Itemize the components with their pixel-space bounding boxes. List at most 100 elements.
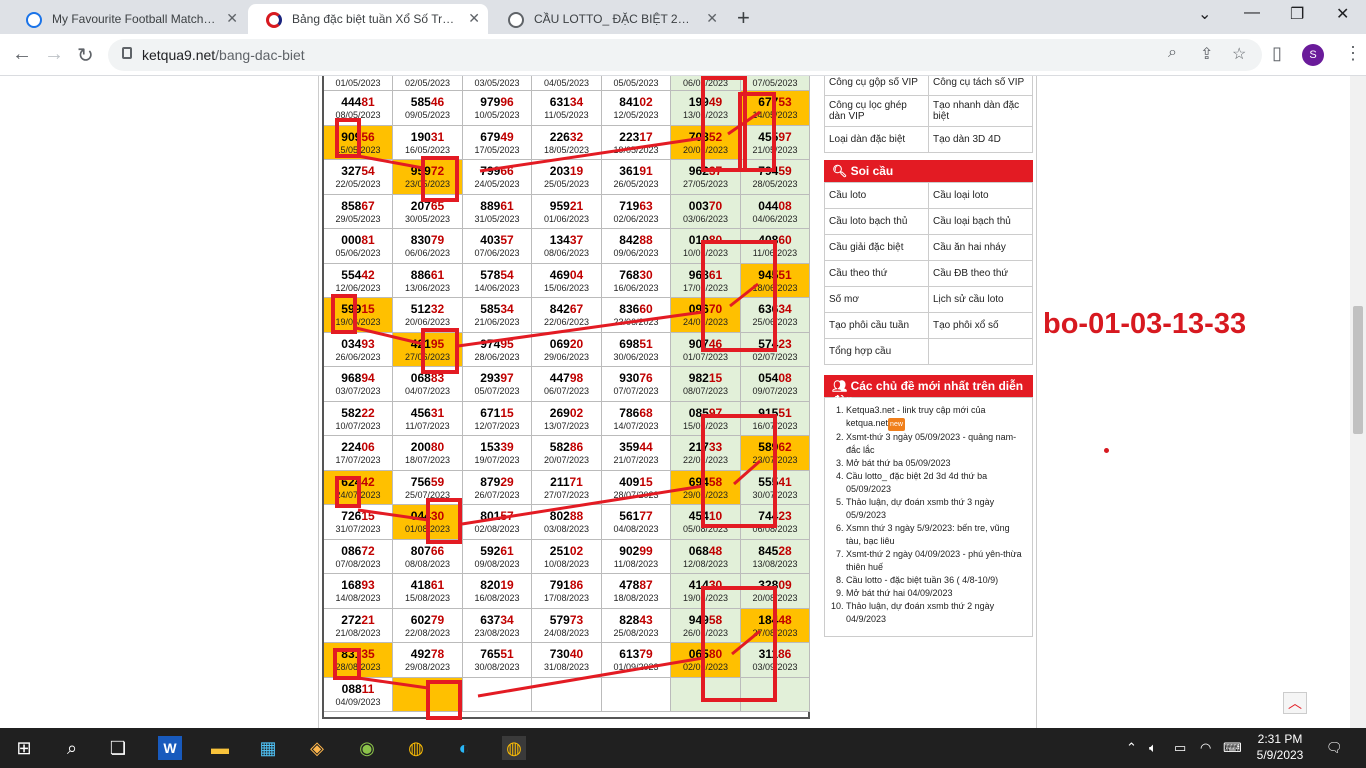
sidebar-link[interactable]: Lịch sử cầu loto	[928, 286, 1033, 313]
forum-post-title[interactable]: Mở bát thứ ba 05/09/2023	[846, 458, 951, 468]
windows-start-icon[interactable]: ⊞	[12, 736, 36, 760]
forum-post-title[interactable]: Xsmt-thứ 3 ngày 05/09/2023 - quảng nam-đ…	[846, 432, 1016, 455]
clock[interactable]: 2:31 PM 5/9/2023	[1249, 731, 1311, 763]
sidebar-link[interactable]: Tạo phôi xổ số	[928, 312, 1033, 339]
sidebar-link[interactable]: Cầu loại loto	[928, 182, 1033, 209]
chrome-profile-icon[interactable]: ◍	[502, 736, 526, 760]
prize-number: 98215	[688, 371, 723, 385]
close-tab-icon[interactable]: ✕	[226, 10, 238, 27]
cell-date: 01/08/2023	[404, 524, 451, 534]
sidebar-link[interactable]: Công cụ tách số VIP	[928, 76, 1033, 96]
tab-cau-lotto[interactable]: CẦU LOTTO_ ĐẶC BIỆT 2D 3D 4D ✕	[490, 4, 726, 34]
back-arrow-icon[interactable]: ←	[12, 43, 32, 66]
forum-post-title[interactable]: Cầu lotto - đặc biệt tuần 36 ( 4/8-10/9)	[846, 575, 998, 585]
cell-date: 08/08/2023	[404, 558, 451, 569]
forum-post-title[interactable]: Thảo luận, dự đoán xsmb thứ 3 ngày 05/9/…	[846, 497, 994, 520]
bookmark-star-icon[interactable]: ☆	[1232, 44, 1246, 64]
forum-post-link[interactable]: Thảo luận, dự đoán xsmb thứ 3 ngày 05/9/…	[846, 496, 1024, 522]
sidebar-link[interactable]: Số mơ	[824, 286, 929, 313]
notification-icon[interactable]: 🗨︎	[1326, 740, 1343, 756]
scroll-to-top-button[interactable]: ︿	[1283, 692, 1307, 714]
table-cell: 90299 11/08/2023	[602, 539, 671, 574]
forum-post-link[interactable]: Cầu lotto - đặc biệt tuần 36 ( 4/8-10/9)	[846, 574, 1024, 587]
share-icon[interactable]: ⇪	[1200, 44, 1213, 64]
app-green-icon[interactable]: ◉	[355, 736, 379, 760]
sidebar-link[interactable]: Cầu loto bạch thủ	[824, 208, 929, 235]
zoom-icon[interactable]: ⌕	[1168, 44, 1177, 62]
sidebar-link[interactable]: Loại dàn đặc biệt	[824, 126, 929, 153]
forum-post-title[interactable]: Thảo luận, dự đoán xsmb thứ 2 ngày 04/9/…	[846, 601, 994, 624]
new-tab-icon[interactable]: +	[737, 5, 750, 31]
sidebar-link[interactable]: Công cụ gộp số VIP	[824, 76, 929, 96]
sidebar-link[interactable]: Cầu loại bạch thủ	[928, 208, 1033, 235]
page-scrollbar[interactable]	[1350, 76, 1366, 728]
prize-number: 40915	[619, 474, 653, 489]
sidebar-link[interactable]: Công cụ lọc ghép dàn VIP	[824, 95, 929, 127]
forum-post-title[interactable]: Xsmn thứ 3 ngày 5/9/2023: bến tre, vũng …	[846, 523, 1010, 546]
table-cell: 57854 14/06/2023	[463, 263, 532, 298]
prize-number: 84102	[619, 95, 653, 109]
word-icon[interactable]: W	[158, 736, 182, 760]
profile-avatar[interactable]: S	[1302, 44, 1324, 66]
sidebar-link[interactable]: Tạo nhanh dàn đặc biệt	[928, 95, 1033, 127]
sidebar-link[interactable]: Cầu theo thứ	[824, 260, 929, 287]
sidebar-link[interactable]: Cầu ĐB theo thứ	[928, 260, 1033, 287]
forum-post-title[interactable]: Cầu lotto_ đặc biệt 2d 3d 4d thứ ba 05/0…	[846, 471, 987, 494]
app-icon[interactable]: ◈	[305, 736, 329, 760]
close-tab-icon[interactable]: ✕	[468, 10, 480, 27]
tab-search-chevron-icon[interactable]: ⌄	[1198, 4, 1211, 24]
site-favicon-icon	[26, 12, 42, 28]
chevron-up-icon[interactable]: ⌃	[1126, 740, 1137, 756]
keyboard-icon[interactable]: ⌨	[1223, 740, 1242, 756]
forum-post-link[interactable]: Xsmt-thứ 2 ngày 04/09/2023 - phú yên-thừ…	[846, 548, 1024, 574]
store-icon[interactable]: ▦	[256, 736, 280, 760]
file-explorer-icon[interactable]: ▬	[208, 736, 232, 760]
prize-number: 96237	[688, 164, 723, 178]
sidebar-link[interactable]: Tạo phôi cầu tuần	[824, 312, 929, 339]
forward-arrow-icon[interactable]: →	[44, 43, 64, 66]
sidebar-link[interactable]: Cầu giải đặc biệt	[824, 234, 929, 261]
menu-dots-icon[interactable]: ⋮	[1344, 43, 1362, 64]
forum-post-link[interactable]: Xsmn thứ 3 ngày 5/9/2023: bến tre, vũng …	[846, 522, 1024, 548]
chrome-icon[interactable]: ◍	[404, 736, 428, 760]
forum-post-link[interactable]: Mở bát thứ hai 04/09/2023	[846, 587, 1024, 600]
reload-icon[interactable]: ↻	[77, 43, 94, 68]
forum-post-link[interactable]: Cầu lotto_ đặc biệt 2d 3d 4d thứ ba 05/0…	[846, 470, 1024, 496]
prize-number: 20765	[410, 198, 445, 213]
cell-date: 10/05/2023	[474, 110, 520, 120]
prize-number: 88961	[480, 198, 514, 213]
tab-football[interactable]: My Favourite Football Matches, T ✕	[8, 4, 246, 34]
sidebar-link[interactable]: Tạo dàn 3D 4D	[928, 126, 1033, 153]
wifi-icon[interactable]: ◠	[1200, 740, 1211, 756]
table-cell: 16893 14/08/2023	[324, 574, 393, 609]
sidebar-link[interactable]: Cầu loto	[824, 182, 929, 209]
side-panel-icon[interactable]: ▯	[1272, 43, 1282, 64]
restore-icon[interactable]: ❐	[1290, 4, 1304, 24]
prize-number: 63634	[758, 302, 792, 316]
close-window-icon[interactable]: ✕	[1336, 4, 1349, 24]
sidebar-link[interactable]: Cầu ăn hai nháy	[928, 234, 1033, 261]
search-icon[interactable]: ⌕	[60, 736, 84, 760]
address-bar[interactable]: ketqua9.net/bang-dac-biet ⌕ ⇪ ☆	[108, 39, 1262, 71]
forum-post-link[interactable]: Mở bát thứ ba 05/09/2023	[846, 457, 1024, 470]
forum-post-title[interactable]: Mở bát thứ hai 04/09/2023	[846, 588, 953, 598]
forum-post-title[interactable]: Ketqua3.net - link truy cập mới của ketq…	[846, 405, 985, 428]
tab-bang-dac-biet[interactable]: Bảng đặc biệt tuần Xổ Số Truyền ✕	[248, 4, 488, 34]
clock-date: 5/9/2023	[1256, 748, 1304, 762]
prize-number: 87929	[480, 474, 514, 489]
forum-post-link[interactable]: Xsmt-thứ 3 ngày 05/09/2023 - quảng nam-đ…	[846, 431, 1024, 457]
cell-date: 23/06/2023	[613, 317, 659, 327]
forum-post-title[interactable]: Xsmt-thứ 2 ngày 04/09/2023 - phú yên-thừ…	[846, 549, 1022, 572]
cell-date: 08/07/2023	[682, 386, 729, 396]
close-tab-icon[interactable]: ✕	[706, 10, 718, 27]
cell-date: 04/09/2023	[335, 696, 381, 707]
sidebar-link[interactable]: Tổng hợp cầu	[824, 338, 929, 365]
scrollbar-thumb[interactable]	[1353, 306, 1363, 434]
battery-icon[interactable]: ▭	[1174, 740, 1186, 756]
edge-icon[interactable]: ◐	[452, 736, 476, 760]
forum-post-link[interactable]: Thảo luận, dự đoán xsmb thứ 2 ngày 04/9/…	[846, 600, 1024, 626]
forum-post-link[interactable]: Ketqua3.net - link truy cập mới của ketq…	[846, 404, 1024, 431]
task-view-icon[interactable]: ❏	[106, 736, 130, 760]
minimize-icon[interactable]: —	[1244, 4, 1260, 22]
volume-icon[interactable]: 🔈︎	[1149, 740, 1157, 756]
